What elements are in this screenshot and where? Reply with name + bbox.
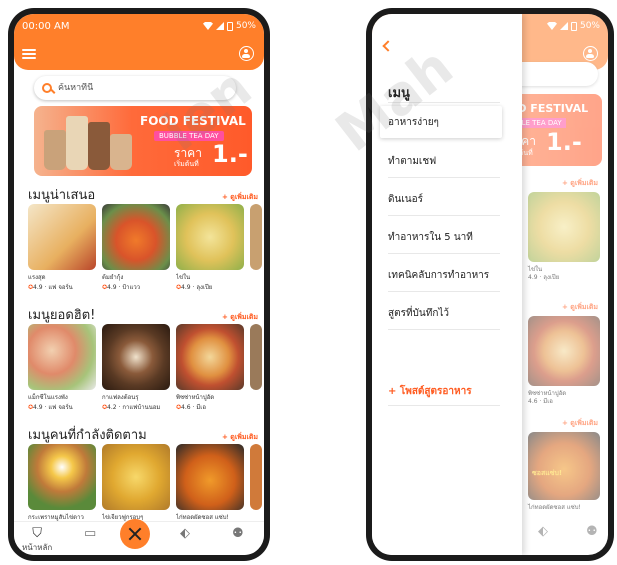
signal-icon (559, 22, 568, 30)
recipe-card-partial[interactable] (250, 324, 262, 390)
section-following: เมนูคนที่กำลังติดตาม + ดูเพิ่มเติม กระเพ… (28, 424, 262, 524)
tag-icon: ⬖ (180, 526, 190, 541)
battery-level: 50% (235, 21, 256, 31)
recipe-card[interactable]: ไข่ใน ✪4.9 · ลุงเปีย (176, 204, 244, 292)
recipe-image (176, 444, 244, 510)
tag-icon: ⬖ (538, 524, 548, 539)
drawer-item-cooking-tips[interactable]: เทคนิคลับการทำอาหาร (388, 260, 500, 292)
recipe-image (28, 444, 96, 510)
recipe-card[interactable]: กาแฟลงต้อนรุ ✪4.2 · กาแฟบ้านนอม (102, 324, 170, 412)
side-drawer: เมนู อาหารง่ายๆ ทำตามเชฟ ดินเนอร์ ทำอาหา… (372, 14, 522, 555)
promo-banner[interactable]: FOOD FESTIVAL BUBBLE TEA DAY ราคา 1.- เร… (34, 106, 252, 176)
see-more-link[interactable]: + ดูเพิ่มเติม (222, 312, 258, 323)
recipe-card[interactable]: พิซซ่าหน้าปูอัด ✪4.6 · มีเอ (176, 324, 244, 412)
recipe-card[interactable]: ต้มยำกุ้ง ✪4.9 · ป้าแวว (102, 204, 170, 292)
battery-icon (570, 21, 577, 31)
profile-icon[interactable] (239, 46, 254, 61)
drawer-item-saved-recipes[interactable]: สูตรที่บันทึกไว้ (388, 298, 500, 330)
recipe-image (28, 204, 96, 270)
drawer-item-dinner[interactable]: ดินเนอร์ (388, 184, 500, 216)
wifi-icon (202, 22, 213, 30)
back-arrow-icon[interactable] (382, 40, 394, 52)
post-recipe-button[interactable]: + โพสต์สูตรอาหาร (388, 378, 500, 406)
recipe-card[interactable]: ไข่เจียวฟูกรอบๆ (102, 444, 170, 522)
bottom-nav: ⛉ หน้าหลัก ▭ ⬖ ⚉ (14, 519, 264, 555)
banner-title: FOOD FESTIVAL (140, 114, 246, 128)
nav-tags[interactable]: ⬖ (180, 527, 190, 541)
search-bar[interactable] (34, 76, 236, 100)
nav-home[interactable]: ⛉ หน้าหลัก (22, 527, 52, 554)
drawer-title: เมนู (388, 86, 410, 101)
user-settings-icon: ⚉ (586, 524, 598, 539)
status-time: 00:00 AM (22, 20, 70, 32)
recipe-image (102, 444, 170, 510)
search-input[interactable] (58, 83, 218, 93)
home-bag-icon: ⛉ (32, 526, 43, 541)
status-bar: 00:00 AM 50% (14, 14, 264, 38)
banner-price-value: 1.- (212, 140, 248, 168)
nav-user-settings[interactable]: ⚉ (232, 527, 244, 541)
recipe-card[interactable]: กระเพราหมูสับไข่ดาว (28, 444, 96, 522)
recipe-card-partial[interactable] (250, 204, 262, 270)
recipe-image (528, 316, 600, 386)
recipe-card[interactable]: ไก่ทอดผัดซอส แซ่บ! (176, 444, 244, 522)
home-screen: 00:00 AM 50% ค้นหาที่นี่ FOOD FESTIVAL B… (14, 14, 264, 555)
recipe-image (176, 324, 244, 390)
phone-home: 00:00 AM 50% ค้นหาที่นี่ FOOD FESTIVAL B… (8, 8, 270, 561)
profile-icon (583, 46, 598, 61)
nav-recipes[interactable]: ▭ (84, 527, 96, 541)
recipe-image (102, 204, 170, 270)
drawer-screen: 50% OD FESTIVAL BBLE TEA DAY ราคา เริ่มต… (372, 14, 608, 555)
book-icon: ▭ (84, 526, 97, 541)
see-more-link[interactable]: + ดูเพิ่มเติม (222, 192, 258, 203)
section-title: เมนูยอดฮิต! (28, 308, 96, 323)
banner-price-prefix: เริ่มต้นที่ (174, 160, 199, 168)
drawer-item-follow-chef[interactable]: ทำตามเชฟ (388, 146, 500, 178)
bubble-tea-image (42, 112, 134, 170)
user-settings-icon: ⚉ (232, 526, 244, 541)
recipe-card[interactable]: แม็กซีโนแรงพัง ✪4.9 · แฟ จอร์น (28, 324, 96, 412)
phone-drawer: 50% OD FESTIVAL BBLE TEA DAY ราคา เริ่มต… (366, 8, 614, 561)
drawer-item-easy-food[interactable]: อาหารง่ายๆ (380, 106, 502, 138)
recipe-card[interactable]: แรงสุด ✪4.9 · แฟ จอร์น (28, 204, 96, 292)
section-popular: เมนูยอดฮิต! + ดูเพิ่มเติม แม็กซีโนแรงพัง… (28, 304, 262, 412)
section-recommended: เมนูน่าเสนอ + ดูเพิ่มเติม แรงสุด ✪4.9 · … (28, 184, 262, 292)
see-more-link[interactable]: + ดูเพิ่มเติม (222, 432, 258, 443)
battery-icon (226, 21, 233, 31)
cook-fab-button[interactable] (120, 519, 150, 549)
signal-icon (215, 22, 224, 30)
section-title: เมนูน่าเสนอ (28, 188, 96, 203)
recipe-image (28, 324, 96, 390)
recipe-image: ซอสแซ่บ! (528, 432, 600, 500)
app-bar (14, 38, 264, 70)
drawer-item-5-minutes[interactable]: ทำอาหารใน 5 นาที (388, 222, 500, 254)
search-icon (42, 83, 52, 93)
recipe-image (102, 324, 170, 390)
recipe-card-partial[interactable] (250, 444, 262, 510)
hamburger-menu-icon[interactable] (22, 49, 36, 59)
wifi-icon (546, 22, 557, 30)
recipe-image (528, 192, 600, 262)
recipe-image (176, 204, 244, 270)
screenshot: 00:00 AM 50% ค้นหาที่นี่ FOOD FESTIVAL B… (0, 0, 617, 565)
section-title: เมนูคนที่กำลังติดตาม (28, 428, 147, 443)
